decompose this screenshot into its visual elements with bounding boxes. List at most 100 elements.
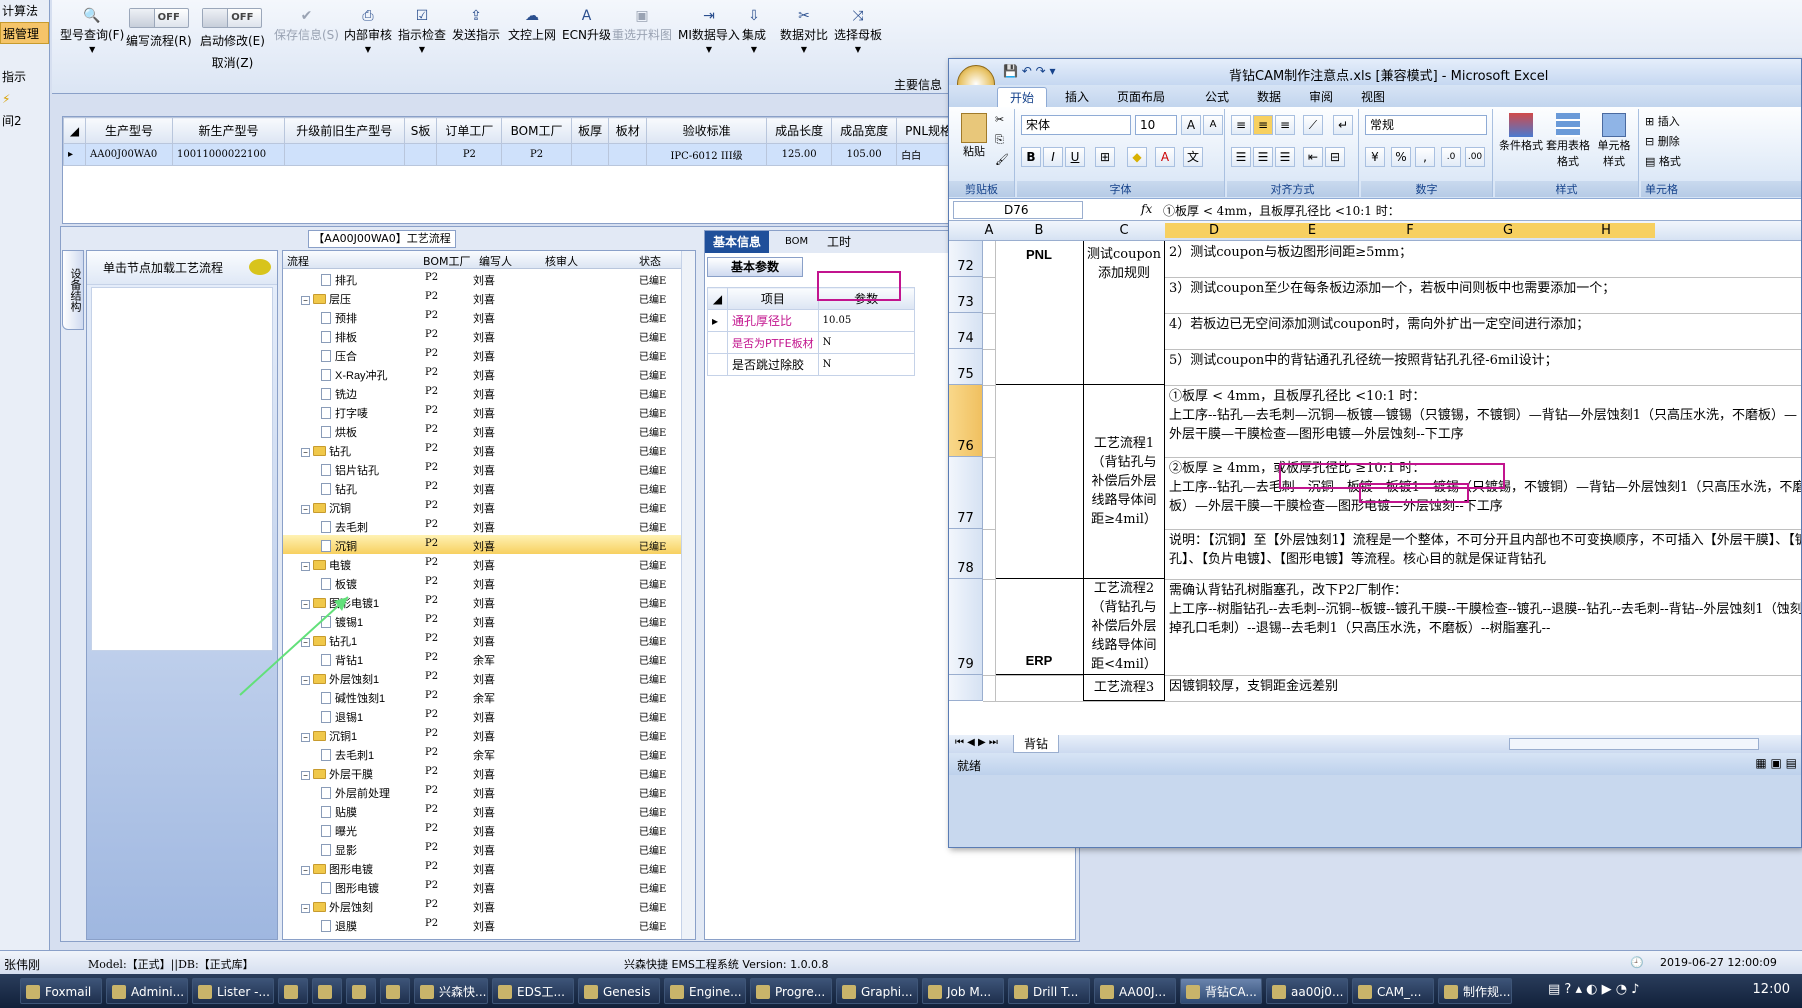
taskbar-item[interactable]: Drill T...	[1008, 978, 1090, 1004]
col-header[interactable]: BOM工厂	[501, 117, 572, 144]
collapse-icon[interactable]: −	[301, 505, 310, 514]
cell-c[interactable]: 工艺流程3	[1083, 675, 1165, 701]
collapse-icon[interactable]: −	[301, 448, 310, 457]
italic-icon[interactable]: I	[1043, 147, 1063, 167]
collapse-icon[interactable]: −	[301, 296, 310, 305]
cut-icon[interactable]: ✂	[995, 113, 1004, 126]
tree-row[interactable]: 沉铜 P2 刘喜 已编E	[283, 535, 695, 554]
sheet-nav-icons[interactable]: ⏮ ◀ ▶ ⏭	[955, 737, 998, 748]
col-header[interactable]: S板	[403, 117, 438, 144]
row-header[interactable]: 72	[949, 241, 983, 277]
tree-row[interactable]: − 外层干膜 P2 刘喜 已编E	[283, 763, 695, 782]
tree-row[interactable]: − 外层蚀刻 P2 刘喜 已编E	[283, 896, 695, 915]
col-header[interactable]: 订单工厂	[436, 117, 503, 144]
collapse-icon[interactable]: −	[301, 866, 310, 875]
insert-cells-button[interactable]: ⊞ 插入	[1645, 113, 1680, 129]
taskbar-item[interactable]: Engine...	[664, 978, 746, 1004]
collapse-icon[interactable]: −	[301, 904, 310, 913]
nav-item-blank[interactable]	[0, 44, 49, 66]
border-icon[interactable]: ⊞	[1095, 147, 1115, 167]
tree-row[interactable]: 外层前处理 P2 刘喜 已编E	[283, 782, 695, 801]
side-tab-structure[interactable]: 设备结构	[62, 250, 84, 330]
tab-view[interactable]: 视图	[1349, 87, 1397, 107]
model-query-button[interactable]: 🔍 型号查询(F) ▼	[60, 8, 124, 54]
cell-d[interactable]: 4）若板边已无空间添加测试coupon时，需向外扩出一定空间进行添加；	[1169, 315, 1801, 348]
align-bottom-icon[interactable]: ≡	[1275, 115, 1295, 135]
decrease-decimal-icon[interactable]: .00	[1465, 147, 1485, 167]
tree-row[interactable]: − 沉铜1 P2 刘喜 已编E	[283, 725, 695, 744]
number-format-select[interactable]: 常规	[1365, 115, 1487, 135]
cell-d[interactable]: 3）测试coupon至少在每条板边添加一个，若板中间则板中也需要添加一个；	[1169, 279, 1801, 312]
col-header[interactable]: 成品宽度	[831, 117, 898, 144]
regen-map-button[interactable]: ▣ 重选开料图	[612, 8, 672, 43]
align-center-icon[interactable]: ☰	[1253, 147, 1273, 167]
indent-decrease-icon[interactable]: ⇤	[1303, 147, 1323, 167]
shrink-font-icon[interactable]: A	[1203, 115, 1223, 135]
row-header[interactable]: 73	[949, 277, 983, 313]
tree-row[interactable]: − 层压 P2 刘喜 已编E	[283, 288, 695, 307]
delete-cells-button[interactable]: ⊟ 删除	[1645, 133, 1680, 149]
row-header[interactable]: 79	[949, 579, 983, 675]
save-info-button[interactable]: ✔ 保存信息(S)	[274, 8, 339, 43]
tray-icons[interactable]: ▤ ? ▴ ◐ ▶ ◔ ♪	[1548, 982, 1639, 997]
row-header[interactable]: 78	[949, 529, 983, 579]
taskbar-item[interactable]: Lister -...	[192, 978, 274, 1004]
wrap-text-icon[interactable]: ↵	[1333, 115, 1353, 135]
upload-doc-button[interactable]: ☁ 文控上网	[508, 8, 556, 43]
taskbar-item[interactable]: 制作规...	[1438, 978, 1512, 1004]
tab-page-layout[interactable]: 页面布局	[1105, 87, 1177, 107]
tree-row[interactable]: 曝光 P2 刘喜 已编E	[283, 820, 695, 839]
cell-d[interactable]: 需确认背钻孔树脂塞孔，改下P2厂制作： 上工序--树脂钻孔--去毛刺--沉铜--…	[1169, 581, 1801, 674]
tab-home[interactable]: 开始	[997, 87, 1048, 107]
collapse-icon[interactable]: −	[301, 562, 310, 571]
cell-d[interactable]: 5）测试coupon中的背钻通孔孔径统一按照背钻孔孔径-6mil设计；	[1169, 351, 1801, 384]
taskbar-item[interactable]	[312, 978, 342, 1004]
tab-review[interactable]: 审阅	[1297, 87, 1345, 107]
taskbar-item[interactable]: EDS工...	[492, 978, 574, 1004]
col-item[interactable]: 项目	[727, 287, 819, 310]
tree-row[interactable]: 铣边 P2 刘喜 已编E	[283, 383, 695, 402]
tab-basic-params[interactable]: 基本参数	[707, 257, 803, 277]
nav-item-blank2[interactable]: ⚡	[0, 88, 49, 110]
bold-icon[interactable]: B	[1021, 147, 1041, 167]
horizontal-scrollbar[interactable]	[1509, 738, 1759, 750]
edit-flow-toggle[interactable]: OFF 编写流程(R)	[126, 8, 192, 54]
cell-c[interactable]: 测试coupon添加规则	[1083, 241, 1165, 385]
taskbar-item[interactable]: aa00j0...	[1266, 978, 1348, 1004]
cell-d[interactable]: 说明：【沉铜】至【外层蚀刻1】流程是一个整体，不可分开且内部也不可变换顺序，不可…	[1169, 531, 1801, 578]
param-row[interactable]: 是否跳过除胶 N	[707, 353, 915, 376]
tree-row[interactable]: 压合 P2 刘喜 已编E	[283, 345, 695, 364]
increase-decimal-icon[interactable]: .0	[1441, 147, 1461, 167]
taskbar-item[interactable]: Job M...	[922, 978, 1004, 1004]
col-header[interactable]: 板材	[608, 117, 648, 144]
nav-item-indicator[interactable]: 指示	[0, 66, 49, 88]
integrate-button[interactable]: ⇩ 集成 ▼	[742, 8, 766, 54]
cell-d[interactable]: 2）测试coupon与板边图形间距≥5mm；	[1169, 243, 1801, 276]
tree-row[interactable]: 钻孔 P2 刘喜 已编E	[283, 478, 695, 497]
taskbar-item[interactable]: Genesis	[578, 978, 660, 1004]
merge-center-icon[interactable]: ⊟	[1325, 147, 1345, 167]
align-top-icon[interactable]: ≡	[1231, 115, 1251, 135]
name-box[interactable]: D76	[953, 201, 1083, 219]
main-info-tab[interactable]: 主要信息	[894, 76, 942, 93]
data-compare-button[interactable]: ✂ 数据对比 ▼	[780, 8, 828, 54]
tab-formulas[interactable]: 公式	[1193, 87, 1241, 107]
taskbar-item[interactable]: Progre...	[750, 978, 832, 1004]
tab-work-hours[interactable]: 工时	[819, 231, 859, 253]
nav-item-room2[interactable]: 间2	[0, 110, 49, 132]
taskbar-item[interactable]	[380, 978, 410, 1004]
col-header[interactable]: 升级前旧生产型号	[283, 117, 405, 144]
tree-row[interactable]: − 沉铜 P2 刘喜 已编E	[283, 497, 695, 516]
taskbar-item[interactable]: Graphi...	[836, 978, 918, 1004]
mi-import-button[interactable]: ⇥ MI数据导入 ▼	[678, 8, 740, 54]
tree-row[interactable]: 贴膜 P2 刘喜 已编E	[283, 801, 695, 820]
tree-row[interactable]: 排板 P2 刘喜 已编E	[283, 326, 695, 345]
col-header[interactable]: 生产型号	[85, 117, 173, 144]
align-middle-icon[interactable]: ≡	[1253, 115, 1273, 135]
grow-font-icon[interactable]: A	[1181, 115, 1201, 135]
font-color-icon[interactable]: A	[1155, 147, 1175, 167]
tree-row[interactable]: 去毛刺1 P2 余军 已编E	[283, 744, 695, 763]
cancel-label[interactable]: 取消(Z)	[212, 56, 254, 70]
paste-button[interactable]: 粘贴	[959, 113, 989, 159]
param-row[interactable]: ▸ 通孔厚径比 10.05	[707, 309, 915, 332]
